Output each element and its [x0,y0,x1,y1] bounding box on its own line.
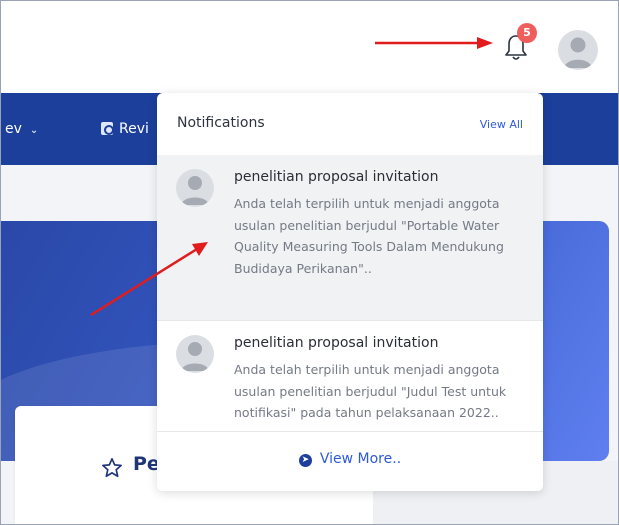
notification-item[interactable]: penelitian proposal invitation Anda tela… [157,155,543,320]
nav-item-ev[interactable]: ev ⌄ [5,93,38,165]
notification-body: Anda telah terpilih untuk menjadi anggot… [234,196,504,276]
top-header: 5 [1,1,618,93]
notifications-header: Notifications View All [157,93,543,155]
notification-heading: penelitian proposal invitation [234,335,439,351]
notification-item[interactable]: penelitian proposal invitation Anda tela… [157,320,543,431]
notifications-dropdown: Notifications View All penelitian propos… [157,93,543,491]
dashboard-card-title: Pe [133,453,160,475]
notification-body: Anda telah terpilih untuk menjadi anggot… [234,362,507,420]
star-outline-icon [101,457,123,479]
notification-heading: penelitian proposal invitation [234,169,439,185]
notification-count-badge: 5 [517,23,537,43]
user-avatar-icon [176,169,214,207]
view-all-link[interactable]: View All [480,118,523,131]
user-avatar-icon[interactable] [558,30,598,70]
notifications-title: Notifications [177,115,265,131]
view-more-label: View More.. [319,451,402,467]
nav-item-ev-label: ev [5,121,22,137]
view-more-button[interactable]: ➤ View More.. [298,451,402,467]
notifications-list[interactable]: penelitian proposal invitation Anda tela… [157,155,543,431]
chevron-down-icon: ⌄ [29,125,39,136]
notifications-footer: ➤ View More.. [157,431,543,491]
user-avatar-icon [176,335,214,373]
nav-item-review-label: Revi [119,121,149,137]
arrow-right-circle-icon: ➤ [298,454,312,467]
review-document-icon [101,122,114,135]
nav-item-review[interactable]: Revi [101,93,149,165]
app-window: 5 ev ⌄ Revi Pe Notifications View All pe… [0,0,619,525]
